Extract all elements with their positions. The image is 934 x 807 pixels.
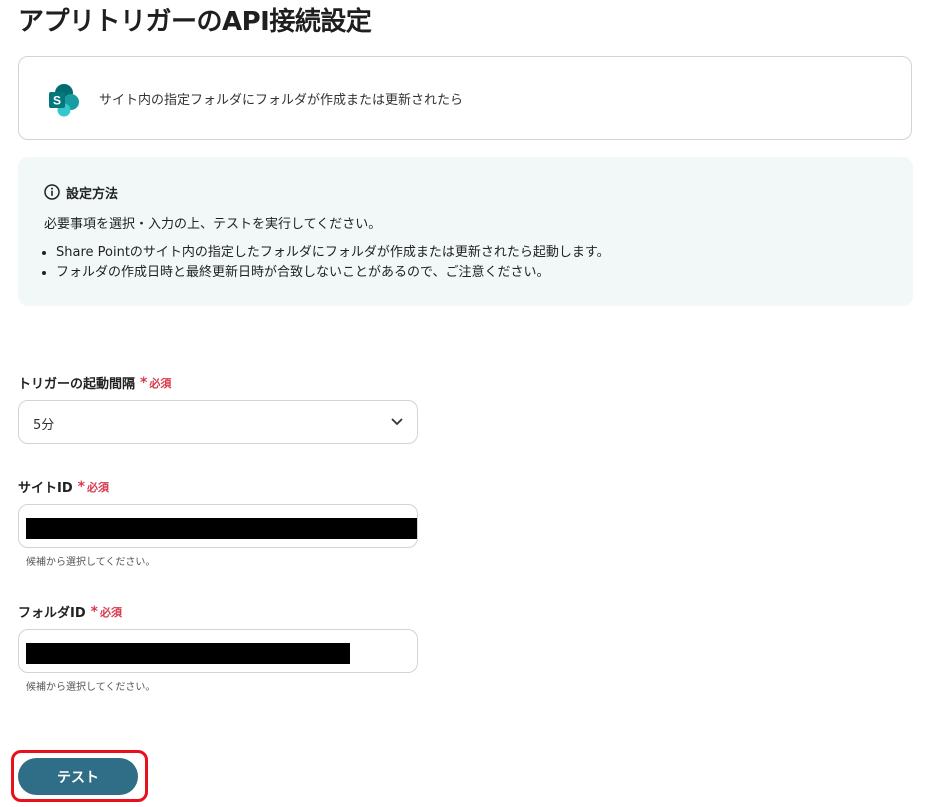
settings-info-box: 設定方法 必要事項を選択・入力の上、テストを実行してください。 Share Po… [18, 157, 913, 306]
redacted-value [26, 518, 417, 539]
trigger-description: サイト内の指定フォルダにフォルダが作成または更新されたら [99, 93, 464, 108]
site-id-hint: 候補から選択してください。 [26, 557, 156, 568]
folder-id-label-text: フォルダID [18, 606, 86, 621]
trigger-card: S サイト内の指定フォルダにフォルダが作成または更新されたら [18, 56, 912, 140]
site-id-label-text: サイトID [18, 481, 73, 496]
chevron-down-icon [391, 418, 403, 425]
interval-label: トリガーの起動間隔 * 必須 [18, 373, 172, 393]
site-id-input[interactable] [18, 504, 418, 548]
info-icon [44, 184, 60, 200]
required-text: 必須 [99, 605, 122, 619]
info-bullet: フォルダの作成日時と最終更新日時が合致しないことがあるので、ご注意ください。 [56, 263, 610, 283]
required-asterisk: * [90, 603, 98, 620]
sharepoint-icon: S [49, 84, 79, 117]
test-button[interactable]: テスト [18, 758, 138, 795]
required-asterisk: * [77, 478, 85, 495]
info-description: 必要事項を選択・入力の上、テストを実行してください。 [44, 217, 382, 232]
site-id-label: サイトID * 必須 [18, 477, 109, 497]
required-text: 必須 [86, 480, 109, 494]
info-title: 設定方法 [66, 186, 119, 202]
info-bullet: Share Pointのサイト内の指定したフォルダにフォルダが作成または更新され… [56, 243, 610, 263]
svg-text:S: S [53, 94, 61, 108]
interval-select-value: 5分 [33, 418, 55, 433]
page-title: アプリトリガーのAPI接続設定 [18, 7, 372, 37]
folder-id-hint: 候補から選択してください。 [26, 682, 156, 693]
required-text: 必須 [149, 376, 172, 390]
redacted-value [26, 643, 350, 664]
folder-id-label: フォルダID * 必須 [18, 602, 122, 622]
info-bullet-list: Share Pointのサイト内の指定したフォルダにフォルダが作成または更新され… [38, 243, 610, 283]
required-asterisk: * [140, 374, 148, 391]
folder-id-input[interactable] [18, 629, 418, 673]
interval-label-text: トリガーの起動間隔 [18, 377, 136, 392]
interval-select[interactable]: 5分 [18, 400, 418, 444]
info-title-row: 設定方法 [44, 183, 119, 202]
